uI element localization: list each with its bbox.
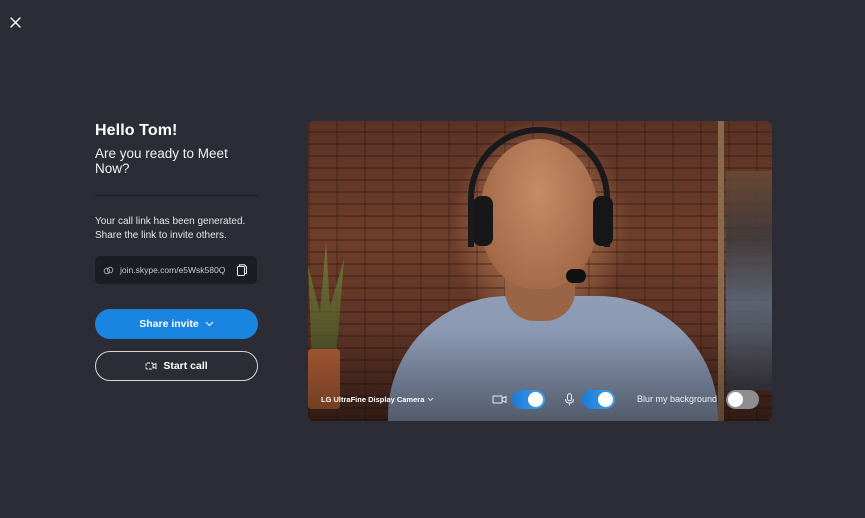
close-x-icon (10, 17, 21, 28)
chevron-down-icon (205, 321, 214, 327)
invite-description: Your call link has been generated. Share… (95, 216, 246, 241)
chevron-down-icon (428, 397, 434, 401)
call-link-text[interactable]: join.skype.com/e5Wsk580Q (120, 265, 235, 275)
copy-link-button[interactable] (235, 263, 249, 277)
close-button[interactable] (7, 14, 24, 31)
mic-toggle-group (562, 389, 615, 409)
blur-label: Blur my background (636, 394, 717, 404)
preview-vignette (308, 121, 772, 421)
video-camera-icon (145, 362, 157, 370)
start-call-button[interactable]: Start call (95, 351, 258, 381)
call-link-field[interactable]: join.skype.com/e5Wsk580Q (95, 256, 257, 284)
link-icon (103, 266, 114, 274)
preview-controls: LG UltraFine Display Camera Blur my back… (308, 377, 772, 421)
toggle-knob (728, 391, 743, 407)
video-toggle[interactable] (512, 389, 545, 409)
copy-icon (236, 264, 248, 277)
toggle-knob (598, 391, 613, 407)
toggle-knob (528, 391, 543, 407)
mic-toggle[interactable] (582, 389, 615, 409)
microphone-icon (565, 392, 574, 405)
camera-select[interactable]: LG UltraFine Display Camera (321, 395, 479, 404)
meet-now-panel: Hello Tom! Are you ready to Meet Now? Yo… (95, 120, 258, 381)
divider (95, 195, 258, 196)
greeting-title: Hello Tom! (95, 122, 178, 139)
blur-toggle-group: Blur my background (636, 389, 759, 409)
camera-preview: LG UltraFine Display Camera Blur my back… (308, 121, 772, 421)
share-invite-label: Share invite (139, 318, 199, 330)
blur-background-toggle[interactable] (726, 389, 759, 409)
greeting-subtitle: Are you ready to Meet Now? (95, 146, 228, 176)
video-toggle-group (492, 389, 545, 409)
start-call-label: Start call (163, 360, 208, 372)
camera-name: LG UltraFine Display Camera (321, 394, 425, 404)
video-camera-icon (492, 395, 507, 403)
share-invite-button[interactable]: Share invite (95, 309, 258, 339)
